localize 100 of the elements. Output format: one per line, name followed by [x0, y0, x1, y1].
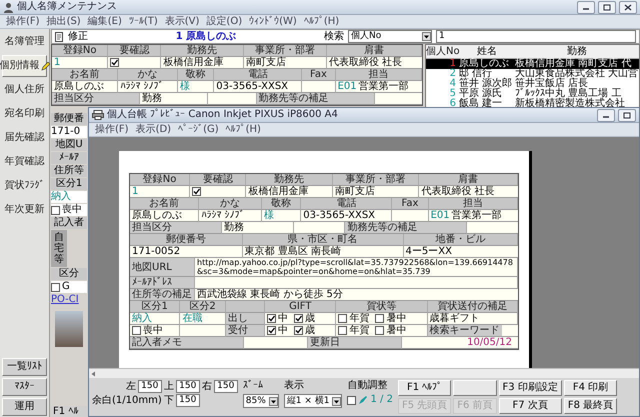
- sidebar-item[interactable]: 年賀確認: [2, 151, 47, 173]
- function-key-button[interactable]: F8 最終頁: [564, 398, 618, 414]
- close-button[interactable]: [619, 0, 637, 14]
- code-value: E01: [338, 81, 357, 92]
- function-key-button[interactable]: F4 印刷: [564, 380, 618, 396]
- checkbox[interactable]: [267, 314, 276, 323]
- checkbox[interactable]: [267, 326, 276, 335]
- auto-fit-label: 自動調整: [347, 380, 388, 392]
- checkbox[interactable]: [294, 314, 304, 323]
- minimize-button[interactable]: [597, 108, 615, 122]
- menu-item[interactable]: ﾍﾟｰｼﾞ(G): [178, 124, 219, 135]
- checkbox[interactable]: [347, 396, 356, 404]
- field-label: 記入者メモ: [130, 337, 244, 349]
- checkbox[interactable]: [338, 314, 348, 323]
- menu-item[interactable]: 表示(V): [164, 16, 200, 27]
- search-label: 検索: [324, 31, 344, 42]
- record-title: 1 原島しのぶ: [174, 31, 238, 42]
- checkbox[interactable]: [51, 282, 60, 292]
- checkbox[interactable]: [192, 187, 202, 196]
- column-header[interactable]: 個人No: [426, 45, 459, 58]
- checkbox[interactable]: [375, 314, 384, 323]
- menu-item[interactable]: 設定(O): [206, 16, 242, 27]
- margin-input[interactable]: 150: [214, 380, 238, 393]
- web-link[interactable]: PO-CI: [51, 294, 87, 306]
- margin-input[interactable]: 150: [176, 394, 200, 407]
- column-header: 県・市区・町名: [242, 234, 404, 246]
- document-icon: [55, 32, 64, 42]
- list-row[interactable]: 5 平原 源氏 ﾌﾞﾙｯｸｽ中丸 豊島工場 工: [426, 89, 639, 99]
- column-header: 勤務先: [246, 174, 333, 186]
- sidebar-button[interactable]: ﾏｽﾀｰ: [2, 378, 47, 396]
- field-value: 営業第一部: [452, 210, 502, 221]
- sidebar-item[interactable]: 年次更新: [2, 199, 47, 221]
- function-key-label[interactable]: F1 ﾍﾙ: [51, 406, 87, 417]
- search-type-select[interactable]: 個人No: [348, 30, 432, 43]
- menu-item[interactable]: 操作(F): [6, 16, 40, 27]
- column-header[interactable]: 姓名: [459, 45, 515, 58]
- layout-select[interactable]: 縦1 × 横1: [284, 394, 342, 408]
- field-value: 171-0: [51, 126, 87, 138]
- field-value: 板橋信用金庫: [246, 186, 333, 198]
- function-key-button[interactable]: F1 ﾍﾙﾌﾟ: [398, 380, 452, 396]
- maximize-button[interactable]: [598, 0, 616, 14]
- menu-item[interactable]: 操作(F): [95, 124, 129, 135]
- horizontal-scrollbar[interactable]: [89, 368, 639, 378]
- sidebar-item[interactable]: 宛名印刷: [2, 103, 47, 125]
- sidebar-item[interactable]: 賀状ﾌﾗｸﾞ: [2, 175, 47, 197]
- company-name: 板橋信用金庫 南町支店 代: [515, 59, 632, 69]
- map-url-link[interactable]: http://map.yahoo.co.jp/pl?type=scroll&lat=35.737922568&lon=139.66914478&sc=3&mode=map&pointer=on&home=on&hlat=35.739: [195, 258, 518, 277]
- list-row[interactable]: 4 笹井 源次郎 笹井宝飯店 店長: [426, 79, 639, 89]
- function-key-button[interactable]: F7 次頁: [498, 398, 562, 414]
- function-key-button[interactable]: F3 印刷設定: [498, 380, 562, 396]
- menu-item[interactable]: 抽出(S): [46, 16, 81, 27]
- function-key-button[interactable]: [453, 380, 497, 396]
- field-value: 東京都 豊島区 南長崎: [242, 246, 404, 258]
- checkbox[interactable]: [375, 326, 384, 335]
- code-value: 様: [178, 81, 214, 93]
- field-value: 歳暮ギフト: [428, 313, 518, 325]
- minimize-button[interactable]: [577, 0, 595, 14]
- field-value: 代表取締役 社長: [326, 57, 422, 69]
- field-label: 地図URL: [130, 258, 195, 277]
- checkbox[interactable]: [51, 206, 60, 214]
- margin-label: 下: [164, 394, 174, 406]
- column-header: 敬称: [178, 69, 214, 81]
- sidebar-item[interactable]: 届先確認: [2, 127, 47, 149]
- sidebar-item[interactable]: 個人住所: [2, 79, 47, 101]
- margin-input[interactable]: 150: [176, 380, 200, 393]
- margin-label: 上: [164, 380, 174, 392]
- field-label: 受付: [226, 325, 266, 337]
- code-value: 納入: [130, 313, 180, 325]
- person-number: 4: [448, 79, 457, 89]
- checkbox[interactable]: [338, 326, 348, 335]
- column-header: かな: [199, 198, 262, 210]
- column-header: 登録No: [130, 174, 190, 186]
- menu-item[interactable]: ﾍﾙﾌﾟ(H): [304, 16, 340, 27]
- list-row[interactable]: 1 原島しのぶ 板橋信用金庫 南町支店 代: [426, 59, 639, 69]
- checkbox-label: 暑中: [386, 313, 406, 324]
- window-title: 個人名簿メンテナンス: [17, 1, 118, 13]
- maximize-button[interactable]: [618, 108, 636, 122]
- field-value: 板橋信用金庫: [161, 57, 244, 69]
- column-header[interactable]: 勤務: [515, 45, 639, 58]
- menu-item[interactable]: 表示(D): [136, 124, 172, 135]
- code-value: 様: [262, 210, 302, 222]
- section-label: 自宅等: [51, 230, 67, 267]
- menu-item[interactable]: ｳｨﾝﾄﾞｳ(W): [249, 16, 297, 27]
- code-value: E01: [430, 210, 450, 221]
- menu-item[interactable]: ﾂｰﾙ(T): [128, 16, 158, 27]
- sidebar-item[interactable]: 名簿管理: [2, 31, 47, 53]
- menu-item[interactable]: ﾍﾙﾌﾟ(H): [226, 124, 261, 135]
- mode-label: 修正: [68, 31, 88, 42]
- margin-input[interactable]: 150: [138, 380, 162, 393]
- printer-icon: [92, 110, 104, 120]
- checkbox[interactable]: [110, 58, 120, 67]
- search-input[interactable]: 1: [436, 30, 636, 43]
- sidebar-button[interactable]: 運用: [2, 398, 47, 416]
- zoom-select[interactable]: 85%: [242, 394, 279, 408]
- column-header: 肩書: [419, 174, 518, 186]
- checkbox[interactable]: [294, 326, 304, 335]
- sidebar-button[interactable]: 一覧ﾘｽﾄ: [2, 358, 47, 376]
- checkbox[interactable]: [132, 326, 141, 335]
- list-row[interactable]: 6 飯島 建一 新板橋精密製造株式会社: [426, 99, 639, 109]
- menu-item[interactable]: 編集(E): [88, 16, 122, 27]
